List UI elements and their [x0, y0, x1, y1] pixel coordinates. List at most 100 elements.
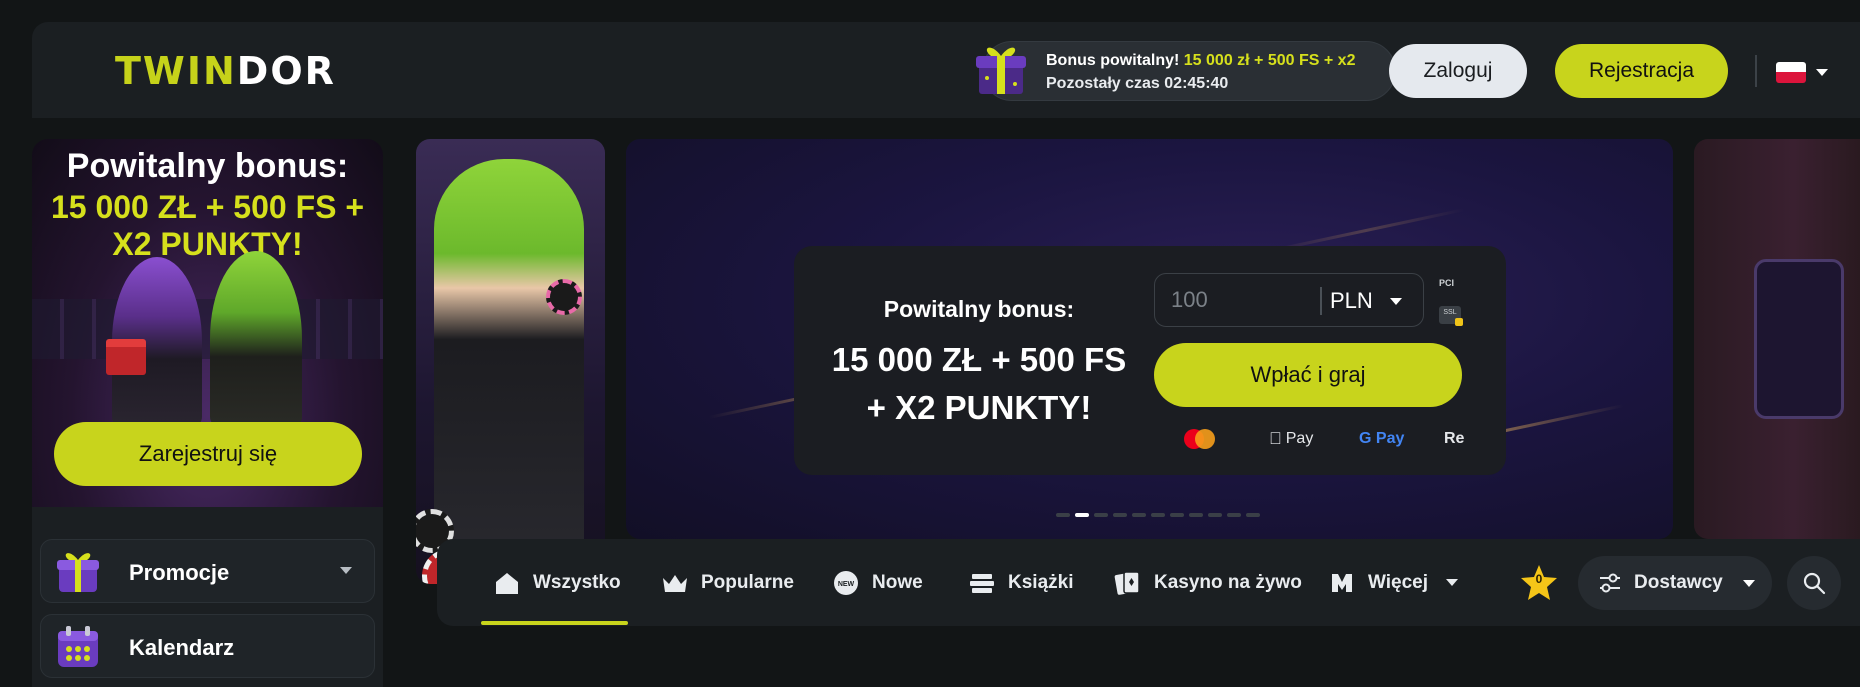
svg-text:NEW: NEW [838, 581, 855, 588]
revolut-label: Re [1444, 430, 1465, 447]
header-divider [1755, 55, 1757, 87]
providers-label: Dostawcy [1634, 572, 1723, 593]
crown-icon [661, 570, 689, 596]
calendar-icon [58, 626, 98, 667]
register-cta-button[interactable]: Zarejestruj się [54, 422, 362, 486]
chevron-down-icon[interactable] [1390, 298, 1402, 305]
promo-title: Powitalny bonus: [66, 147, 349, 185]
carousel-dot[interactable] [1113, 513, 1127, 517]
language-selector[interactable] [1776, 59, 1860, 85]
timer-label: Pozostały czas [1046, 75, 1160, 92]
carousel-dot[interactable] [1132, 513, 1146, 517]
game-category-bar: Wszystko Popularne NEW Nowe Książki Kasy… [437, 539, 1860, 626]
revolut-icon: Re [1444, 427, 1464, 451]
tab-popular[interactable]: Popularne [661, 539, 794, 626]
sidebar-item-calendar[interactable]: Kalendarz [40, 614, 375, 678]
chevron-down-icon [1446, 579, 1459, 586]
deposit-bonus-amount: 15 000 ZŁ + 500 FS + X2 PUNKTY! [794, 336, 1164, 432]
pci-badge-icon: PCI [1439, 278, 1455, 288]
chevron-down-icon [1816, 68, 1828, 76]
deposit-amount-line-2: + X2 PUNKTY! [866, 389, 1092, 426]
bonus-timer-banner[interactable]: Bonus powitalny! 15 000 zł + 500 FS + x2… [976, 41, 1396, 101]
carousel-dot[interactable] [1075, 513, 1089, 517]
poland-flag-icon [1776, 61, 1806, 83]
tab-label: Nowe [872, 571, 923, 593]
carousel-pagination [1056, 513, 1260, 517]
top-header: TWINDOR Bonus powitalny! 15 000 zł + 500… [32, 22, 1860, 118]
ssl-lock-icon: SSL [1439, 306, 1463, 326]
timer-value: 02:45:40 [1164, 75, 1229, 92]
chevron-down-icon [340, 567, 352, 574]
mastercard-icon [1182, 427, 1216, 451]
character-illustration-green [210, 251, 302, 427]
search-button[interactable] [1787, 556, 1841, 610]
logo-part-3: DOR [236, 49, 336, 93]
tab-label: Więcej [1368, 571, 1429, 593]
cards-icon [1114, 570, 1142, 596]
chevron-down-icon [1742, 579, 1755, 587]
carousel-dot[interactable] [1170, 513, 1184, 517]
filter-sliders-icon [1600, 573, 1620, 593]
carousel-dot[interactable] [1208, 513, 1222, 517]
more-icon [1328, 570, 1356, 596]
deposit-amount-field: PLN [1154, 273, 1424, 327]
sidebar-item-promotions[interactable]: Promocje [40, 539, 375, 603]
search-icon [1803, 572, 1826, 595]
currency-select[interactable]: PLN [1330, 288, 1373, 314]
hero-side-banner-left[interactable] [416, 139, 605, 584]
carousel-dot[interactable] [1246, 513, 1260, 517]
logo-part-1: TWI [115, 49, 203, 93]
sidebar-promo-card: Powitalny bonus: 15 000 ZŁ + 500 FS + X2… [32, 139, 383, 507]
sidebar-menu: Promocje Kalendarz [32, 507, 383, 687]
tab-new[interactable]: NEW Nowe [832, 539, 923, 626]
carousel-dot[interactable] [1227, 513, 1241, 517]
deposit-title: Powitalny bonus: [883, 296, 1075, 322]
deposit-widget: Powitalny bonus: 15 000 ZŁ + 500 FS + X2… [794, 246, 1506, 475]
character-illustration-green [434, 159, 584, 584]
tab-live-casino[interactable]: Kasyno na żywo [1114, 539, 1302, 626]
tab-label: Książki [1008, 571, 1074, 593]
slot-machines-background [32, 299, 383, 359]
slot-machine-illustration [1754, 259, 1844, 419]
gift-icon [976, 47, 1026, 94]
tab-books[interactable]: Książki [968, 539, 1073, 626]
promo-amount-line-1: 15 000 ZŁ + 500 FS + [50, 189, 365, 225]
google-pay-icon: G Pay [1359, 427, 1404, 451]
google-pay-label: G Pay [1359, 430, 1405, 447]
bonus-label: Bonus powitalny! [1046, 52, 1180, 69]
tab-label: Wszystko [533, 571, 621, 593]
sidebar-item-label: Kalendarz [129, 635, 235, 660]
brand-logo[interactable]: TWINDOR [115, 52, 336, 90]
tab-label: Popularne [701, 571, 794, 593]
books-icon [968, 570, 996, 596]
poker-chip-icon [546, 279, 582, 315]
active-tab-indicator [481, 621, 628, 625]
providers-filter-button[interactable]: Dostawcy [1578, 556, 1772, 610]
tab-more[interactable]: Więcej [1328, 539, 1459, 626]
apple-pay-icon: Pay [1269, 427, 1313, 451]
ssl-badge-label: SSL [1443, 309, 1457, 316]
deposit-and-play-button[interactable]: Wpłać i graj [1154, 343, 1462, 407]
favorites-count: 0 [1535, 572, 1543, 586]
home-icon [493, 570, 521, 596]
hero-side-banner-right[interactable] [1694, 139, 1860, 539]
carousel-dot[interactable] [1189, 513, 1203, 517]
gift-box-illustration [106, 339, 146, 375]
carousel-dot[interactable] [1056, 513, 1070, 517]
gift-icon [57, 553, 99, 592]
carousel-dot[interactable] [1094, 513, 1108, 517]
apple-pay-label: Pay [1273, 430, 1314, 447]
login-button[interactable]: Zaloguj [1389, 44, 1527, 98]
deposit-amount-input[interactable] [1171, 284, 1321, 316]
tab-all[interactable]: Wszystko [493, 539, 621, 626]
logo-part-2: N [202, 49, 237, 93]
register-button[interactable]: Rejestracja [1555, 44, 1728, 98]
new-badge-icon: NEW [832, 570, 860, 596]
bonus-timer-text: Pozostały czas 02:45:40 [1046, 75, 1228, 93]
sidebar-item-label: Promocje [129, 560, 230, 585]
favorites-button[interactable]: 0 [1519, 563, 1559, 601]
tab-label: Kasyno na żywo [1154, 571, 1302, 593]
deposit-amount-line-1: 15 000 ZŁ + 500 FS [831, 341, 1127, 378]
bonus-value: 15 000 zł + 500 FS + x2 [1183, 52, 1356, 69]
carousel-dot[interactable] [1151, 513, 1165, 517]
